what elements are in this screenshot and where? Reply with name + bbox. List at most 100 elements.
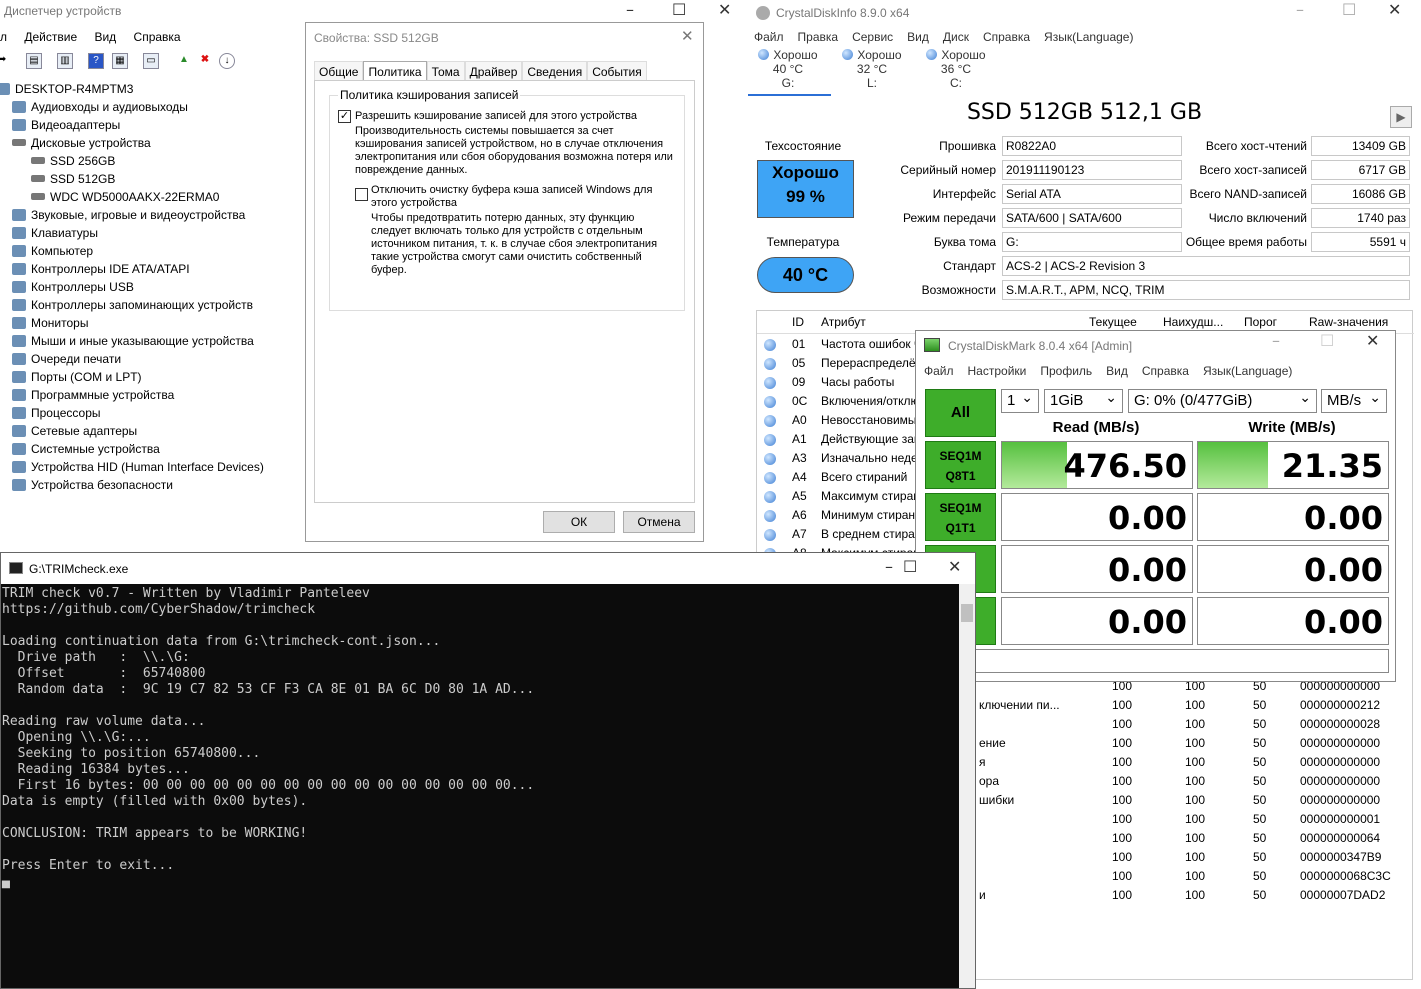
- tree-item[interactable]: Видеоадаптеры: [12, 116, 120, 134]
- size-select[interactable]: 1GiB: [1044, 386, 1123, 413]
- console-icon: [9, 562, 23, 574]
- tab-events[interactable]: События: [587, 61, 647, 82]
- seq1m-q1t1-button[interactable]: SEQ1M Q1T1: [925, 493, 996, 541]
- menu-help[interactable]: Справка: [134, 30, 181, 44]
- download-icon[interactable]: ↓: [219, 53, 235, 69]
- comment-input[interactable]: [925, 649, 1389, 673]
- menu-language[interactable]: Язык(Language): [1044, 30, 1133, 44]
- menu-service[interactable]: Сервис: [852, 30, 893, 44]
- tree-item[interactable]: Контроллеры IDE ATA/ATAPI: [12, 260, 190, 278]
- printer-icon: [12, 353, 26, 365]
- tree-item[interactable]: Очереди печати: [12, 350, 121, 368]
- tree-item[interactable]: Процессоры: [12, 404, 101, 422]
- menu-view[interactable]: Вид: [1106, 364, 1128, 378]
- minimize-button[interactable]: –: [626, 0, 634, 19]
- tree-item[interactable]: Клавиатуры: [12, 224, 98, 242]
- group-label: Политика кэширования записей: [338, 88, 521, 102]
- ok-button[interactable]: ОК: [543, 511, 615, 533]
- seq1m-q8t1-button[interactable]: SEQ1M Q8T1: [925, 441, 996, 489]
- col-threshold[interactable]: Порог: [1244, 315, 1277, 329]
- tree-item[interactable]: Звуковые, игровые и видеоустройства: [12, 206, 245, 224]
- menu-edit[interactable]: Правка: [798, 30, 839, 44]
- col-current[interactable]: Текущее: [1089, 315, 1137, 329]
- drive-tab-l[interactable]: Хорошо 32 °C L:: [832, 48, 912, 90]
- trimcheck-console-window: G:\TRIMcheck.exe – ☐ ✕ TRIM check v0.7 -…: [0, 552, 976, 989]
- tree-item[interactable]: Компьютер: [12, 242, 93, 260]
- menu-settings[interactable]: Настройки: [968, 364, 1027, 378]
- view-icon[interactable]: ▦: [112, 53, 128, 69]
- tree-item[interactable]: Мониторы: [12, 314, 88, 332]
- col-id[interactable]: ID: [792, 315, 804, 329]
- write-result: 0.00: [1197, 493, 1389, 541]
- drive-tab-c[interactable]: Хорошо 36 °C C:: [916, 48, 996, 90]
- tree-item[interactable]: Устройства безопасности: [12, 476, 173, 494]
- tree-item[interactable]: Устройства HID (Human Interface Devices): [12, 458, 264, 476]
- menu-profile[interactable]: Профиль: [1040, 364, 1092, 378]
- tree-item[interactable]: Аудиовходы и аудиовыходы: [12, 98, 188, 116]
- tree-item[interactable]: Порты (COM и LPT): [12, 368, 142, 386]
- menu-view[interactable]: Вид: [907, 30, 929, 44]
- maximize-button[interactable]: ☐: [903, 557, 917, 576]
- list-icon[interactable]: ▥: [57, 53, 73, 69]
- update-driver-icon[interactable]: ▲: [176, 53, 192, 69]
- col-raw[interactable]: Raw-значения: [1309, 315, 1388, 329]
- tab-driver[interactable]: Драйвер: [464, 61, 523, 82]
- computer-icon: [12, 245, 26, 257]
- menu-help[interactable]: Справка: [983, 30, 1030, 44]
- close-button[interactable]: ✕: [718, 0, 731, 19]
- count-select[interactable]: 1: [1001, 386, 1039, 413]
- tree-item[interactable]: Сетевые адаптеры: [12, 422, 137, 440]
- menu-file[interactable]: л: [0, 30, 7, 44]
- tree-item[interactable]: Контроллеры USB: [12, 278, 134, 296]
- tree-disk[interactable]: WDC WD5000AAKX-22ERMA0: [31, 188, 219, 206]
- status-ball-icon: [764, 339, 776, 351]
- tree-item[interactable]: Контроллеры запоминающих устройств: [12, 296, 253, 314]
- next-disk-icon[interactable]: ▶: [1390, 106, 1412, 128]
- col-worst[interactable]: Наихудш...: [1163, 315, 1223, 329]
- menu-file[interactable]: Файл: [924, 364, 954, 378]
- tab-volumes[interactable]: Тома: [426, 61, 465, 82]
- minimize-button[interactable]: –: [1272, 331, 1280, 350]
- tab-general[interactable]: Общие: [314, 61, 364, 82]
- menu-file[interactable]: Файл: [754, 30, 784, 44]
- minimize-button[interactable]: –: [1296, 0, 1304, 19]
- menu-action[interactable]: Действие: [24, 30, 77, 44]
- monitor-icon[interactable]: ▭: [143, 53, 159, 69]
- maximize-button[interactable]: ☐: [672, 0, 686, 19]
- tab-details[interactable]: Сведения: [522, 61, 588, 82]
- menu-help[interactable]: Справка: [1142, 364, 1189, 378]
- minimize-button[interactable]: –: [885, 557, 893, 576]
- scrollbar-thumb[interactable]: [961, 604, 973, 622]
- maximize-button[interactable]: ☐: [1342, 0, 1356, 19]
- uninstall-icon[interactable]: ✖: [197, 53, 213, 69]
- forward-icon[interactable]: ➡: [0, 53, 10, 69]
- enable-write-cache-checkbox[interactable]: ✓: [338, 110, 351, 123]
- menu-view[interactable]: Вид: [94, 30, 116, 44]
- cancel-button[interactable]: Отмена: [623, 511, 695, 533]
- tree-item[interactable]: Дисковые устройства: [12, 134, 151, 152]
- close-button[interactable]: ✕: [1388, 0, 1401, 19]
- tree-item[interactable]: Программные устройства: [12, 386, 174, 404]
- disk-title: SSD 512GB 512,1 GB: [966, 100, 1203, 125]
- turn-off-flushing-checkbox[interactable]: [355, 188, 368, 201]
- close-button[interactable]: ✕: [681, 27, 694, 45]
- tree-computer[interactable]: DESKTOP-R4MPTM3: [0, 80, 133, 98]
- all-button[interactable]: All: [925, 389, 996, 437]
- close-button[interactable]: ✕: [948, 557, 961, 576]
- drive-tab-g[interactable]: Хорошо 40 °C G:: [748, 48, 828, 90]
- help-icon[interactable]: ?: [88, 53, 104, 69]
- tree-item[interactable]: Мыши и иные указывающие устройства: [12, 332, 254, 350]
- tree-disk[interactable]: SSD 512GB: [31, 170, 115, 188]
- tree-item[interactable]: Системные устройства: [12, 440, 160, 458]
- col-attribute[interactable]: Атрибут: [821, 315, 866, 329]
- menu-language[interactable]: Язык(Language): [1203, 364, 1292, 378]
- console-scrollbar[interactable]: [959, 584, 975, 988]
- maximize-button[interactable]: ☐: [1320, 331, 1334, 350]
- properties-icon[interactable]: ▤: [26, 53, 42, 69]
- tree-disk[interactable]: SSD 256GB: [31, 152, 115, 170]
- drive-select[interactable]: G: 0% (0/477GiB): [1128, 386, 1317, 413]
- audio-icon: [12, 101, 26, 113]
- menu-disk[interactable]: Диск: [943, 30, 969, 44]
- unit-select[interactable]: MB/s: [1321, 386, 1387, 413]
- close-button[interactable]: ✕: [1366, 331, 1379, 350]
